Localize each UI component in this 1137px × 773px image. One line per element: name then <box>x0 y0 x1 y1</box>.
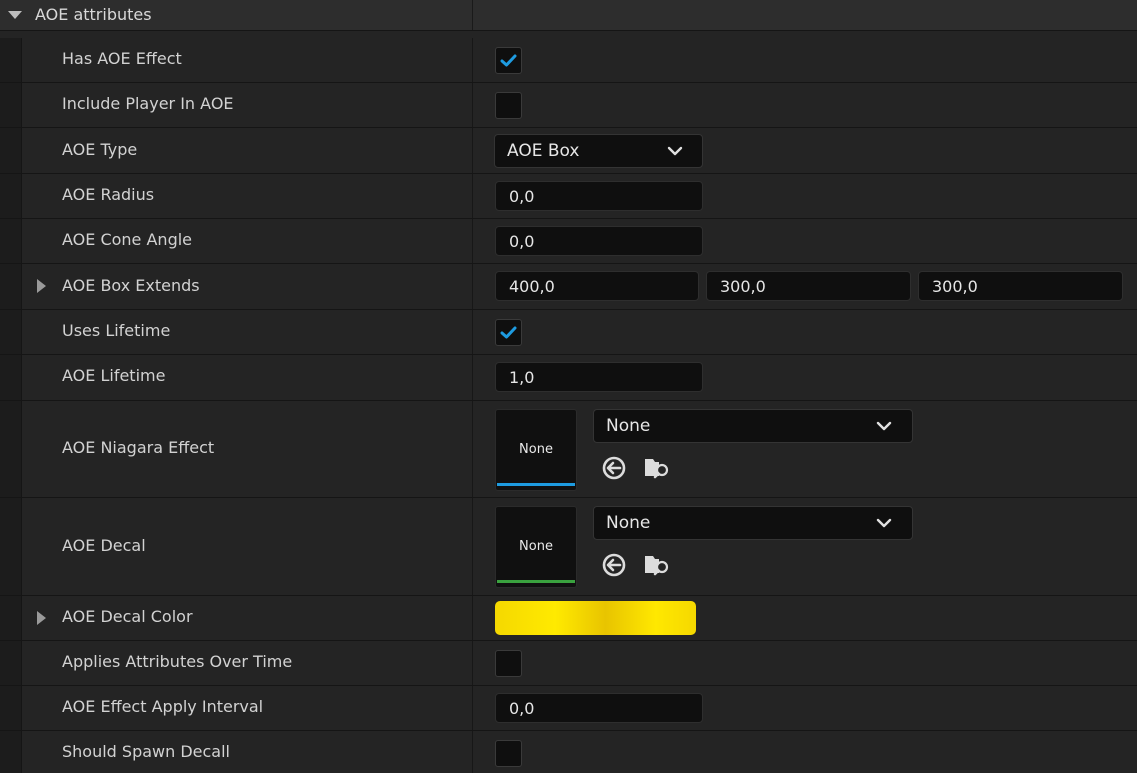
property-label: Has AOE Effect <box>62 49 182 68</box>
row-uses-lifetime: Uses Lifetime <box>0 310 1137 355</box>
row-should-spawn-decall: Should Spawn Decall <box>0 731 1137 773</box>
section-header[interactable]: AOE attributes <box>0 0 1137 31</box>
row-applies-attributes-over-time: Applies Attributes Over Time <box>0 641 1137 686</box>
applies-over-time-checkbox[interactable] <box>495 650 522 677</box>
row-include-player-in-aoe: Include Player In AOE <box>0 83 1137 128</box>
property-label: Uses Lifetime <box>62 321 171 340</box>
should-spawn-decal-checkbox[interactable] <box>495 740 522 767</box>
property-label: AOE Decal <box>62 536 146 555</box>
row-aoe-niagara-effect: AOE Niagara Effect None None <box>0 401 1137 498</box>
row-aoe-cone-angle: AOE Cone Angle 0,0 <box>0 219 1137 264</box>
property-label: Should Spawn Decall <box>62 742 230 761</box>
use-selected-asset-icon[interactable] <box>600 551 628 579</box>
decal-color-swatch[interactable] <box>495 601 696 635</box>
property-label: AOE Radius <box>62 185 155 204</box>
collapse-arrow-icon[interactable] <box>8 11 22 19</box>
property-label: Include Player In AOE <box>62 94 234 113</box>
chevron-down-icon <box>876 421 892 431</box>
chevron-down-icon <box>667 146 683 156</box>
apply-interval-input[interactable]: 0,0 <box>495 693 703 723</box>
box-extends-z-input[interactable]: 300,0 <box>918 271 1123 301</box>
column-splitter[interactable] <box>472 0 473 30</box>
box-extends-y-input[interactable]: 300,0 <box>706 271 911 301</box>
row-has-aoe-effect: Has AOE Effect <box>0 38 1137 83</box>
niagara-asset-thumbnail[interactable]: None <box>495 409 577 491</box>
decal-asset-thumbnail[interactable]: None <box>495 506 577 588</box>
checkmark-icon <box>500 54 517 67</box>
browse-asset-icon[interactable] <box>643 454 671 482</box>
row-aoe-lifetime: AOE Lifetime 1,0 <box>0 355 1137 401</box>
row-aoe-type: AOE Type AOE Box <box>0 128 1137 174</box>
row-aoe-decal: AOE Decal None None <box>0 498 1137 596</box>
chevron-down-icon <box>876 518 892 528</box>
property-label: AOE Type <box>62 140 138 159</box>
property-label: AOE Box Extends <box>62 276 200 295</box>
expand-arrow-icon[interactable] <box>37 611 46 625</box>
aoe-cone-angle-input[interactable]: 0,0 <box>495 226 703 256</box>
uses-lifetime-checkbox[interactable] <box>495 319 522 346</box>
decal-asset-picker[interactable]: None <box>593 506 913 540</box>
has-aoe-effect-checkbox[interactable] <box>495 47 522 74</box>
aoe-type-value: AOE Box <box>507 141 580 161</box>
property-label: AOE Decal Color <box>62 607 193 626</box>
property-label: AOE Lifetime <box>62 366 166 385</box>
browse-asset-icon[interactable] <box>643 551 671 579</box>
asset-picker-value: None <box>606 416 651 436</box>
row-aoe-decal-color: AOE Decal Color <box>0 596 1137 641</box>
row-aoe-radius: AOE Radius 0,0 <box>0 174 1137 219</box>
section-title: AOE attributes <box>35 5 152 24</box>
use-selected-asset-icon[interactable] <box>600 454 628 482</box>
expand-arrow-icon[interactable] <box>37 279 46 293</box>
property-label: AOE Niagara Effect <box>62 438 215 457</box>
asset-picker-value: None <box>606 513 651 533</box>
asset-type-bar <box>497 580 575 583</box>
aoe-radius-input[interactable]: 0,0 <box>495 181 703 211</box>
property-label: Applies Attributes Over Time <box>62 652 293 671</box>
checkmark-icon <box>500 326 517 339</box>
niagara-asset-picker[interactable]: None <box>593 409 913 443</box>
property-label: AOE Effect Apply Interval <box>62 697 264 716</box>
include-player-checkbox[interactable] <box>495 92 522 119</box>
row-aoe-effect-apply-interval: AOE Effect Apply Interval 0,0 <box>0 686 1137 731</box>
aoe-lifetime-input[interactable]: 1,0 <box>495 362 703 392</box>
details-panel: AOE attributes Has AOE Effect Include Pl… <box>0 0 1137 773</box>
thumbnail-label: None <box>519 442 553 457</box>
row-aoe-box-extends: AOE Box Extends 400,0 300,0 300,0 <box>0 264 1137 310</box>
asset-type-bar <box>497 483 575 486</box>
aoe-type-dropdown[interactable]: AOE Box <box>494 134 703 168</box>
box-extends-x-input[interactable]: 400,0 <box>495 271 699 301</box>
property-label: AOE Cone Angle <box>62 230 193 249</box>
thumbnail-label: None <box>519 539 553 554</box>
